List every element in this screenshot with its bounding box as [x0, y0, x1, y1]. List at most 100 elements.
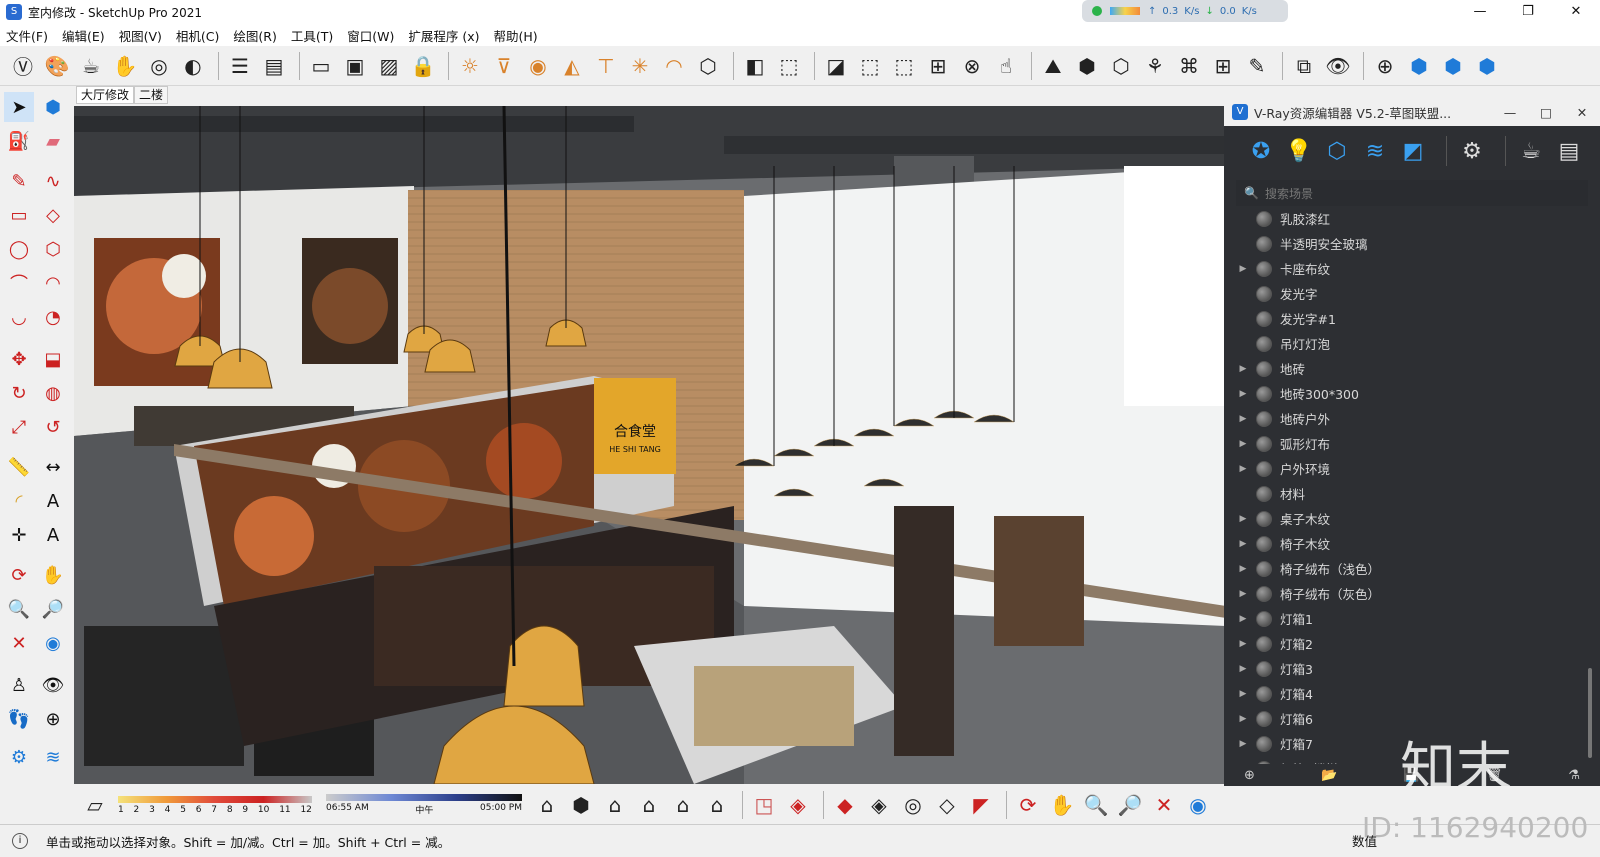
- line-pencil-icon[interactable]: ✎: [4, 166, 34, 196]
- menu-tools[interactable]: 工具(T): [291, 26, 333, 45]
- settings-gear-icon[interactable]: ⚙: [1457, 136, 1487, 166]
- follow-me-icon[interactable]: ◍: [38, 378, 68, 408]
- paint-bucket-icon[interactable]: ⛽: [4, 126, 34, 156]
- expand-arrow-icon[interactable]: ▶: [1236, 414, 1250, 424]
- section-plane-icon[interactable]: ⊕: [38, 704, 68, 734]
- material-item[interactable]: ▶ 椅子绒布（灰色）: [1236, 581, 1578, 606]
- menu-help[interactable]: 帮助(H): [494, 26, 538, 45]
- text-icon[interactable]: A: [38, 486, 68, 516]
- material-item[interactable]: ▶ 灯箱3: [1236, 656, 1578, 681]
- frame-buffer-icon[interactable]: ◐: [178, 51, 208, 81]
- expand-arrow-icon[interactable]: ▶: [1236, 739, 1250, 749]
- dimension-icon[interactable]: ↔: [38, 452, 68, 482]
- sandbox-icon[interactable]: ⚙: [4, 742, 34, 772]
- walk-icon[interactable]: 👣: [4, 704, 34, 734]
- circle-icon[interactable]: ◯: [4, 234, 34, 264]
- material-item[interactable]: ▶ 灯箱4: [1236, 681, 1578, 706]
- orbit-icon[interactable]: ⟳: [4, 560, 34, 590]
- cube-icon[interactable]: ⬢: [1072, 51, 1102, 81]
- sphere-light-icon[interactable]: ✳: [625, 51, 655, 81]
- shadow-month-slider[interactable]: 1 2 3 4 5 6 7 8 9 10 11 12: [118, 795, 312, 815]
- iso-view-icon[interactable]: ⬚: [855, 51, 885, 81]
- expand-arrow-icon[interactable]: ▶: [1236, 589, 1250, 599]
- zoom-icon[interactable]: 🔍: [4, 594, 34, 624]
- render-region-icon[interactable]: ▭: [306, 51, 336, 81]
- minimize-button[interactable]: —: [1456, 0, 1504, 24]
- grass-icon[interactable]: ⚘: [1140, 51, 1170, 81]
- menu-edit[interactable]: 编辑(E): [62, 26, 105, 45]
- home-view-icon[interactable]: ⌂: [600, 790, 630, 820]
- axes-icon[interactable]: ✛: [4, 520, 34, 550]
- scene-tab-second-floor[interactable]: 二楼: [134, 86, 169, 104]
- material-item[interactable]: 吊灯灯泡: [1236, 331, 1578, 356]
- textures-tab-icon[interactable]: ◩: [1398, 136, 1428, 166]
- pan-hand-icon[interactable]: ✋: [38, 560, 68, 590]
- material-item[interactable]: ▶ 弧形灯布: [1236, 431, 1578, 456]
- eraser-icon[interactable]: ▰: [38, 126, 68, 156]
- interactive-render-icon[interactable]: ✋: [110, 51, 140, 81]
- menu-extensions[interactable]: 扩展程序 (x): [408, 26, 479, 45]
- arc-icon[interactable]: ⌒: [4, 268, 34, 298]
- close-button[interactable]: ✕: [1552, 0, 1600, 24]
- sun-light-icon[interactable]: ☼: [455, 51, 485, 81]
- material-item[interactable]: ▶ 椅子木纹: [1236, 531, 1578, 556]
- vray-close-button[interactable]: ✕: [1564, 105, 1600, 120]
- grid-icon[interactable]: ⊞: [1208, 51, 1238, 81]
- material-palette-icon[interactable]: 🎨: [42, 51, 72, 81]
- 3d-text-icon[interactable]: A: [38, 520, 68, 550]
- scene-tab-lobby[interactable]: 大厅修改: [76, 86, 135, 104]
- omni-light-icon[interactable]: ◉: [523, 51, 553, 81]
- image-icon[interactable]: ▨: [374, 51, 404, 81]
- material-item[interactable]: ▶ 椅子绒布（浅色）: [1236, 556, 1578, 581]
- material-item[interactable]: ▶ 地砖: [1236, 356, 1578, 381]
- menu-window[interactable]: 窗口(W): [347, 26, 394, 45]
- arc-2pt-icon[interactable]: ◠: [38, 268, 68, 298]
- back-view-icon[interactable]: ⌂: [702, 790, 732, 820]
- match-photo-icon[interactable]: ◳: [749, 790, 779, 820]
- component-icon[interactable]: ⬢: [38, 92, 68, 122]
- expand-arrow-icon[interactable]: ▶: [1236, 714, 1250, 724]
- tag-icon[interactable]: ⌘: [1174, 51, 1204, 81]
- front-view-icon[interactable]: ⬚: [889, 51, 919, 81]
- material-item[interactable]: 发光字#1: [1236, 306, 1578, 331]
- lock-camera-icon[interactable]: 🔒: [408, 51, 438, 81]
- zoom-window-bottom-icon[interactable]: 🔎: [1115, 790, 1145, 820]
- select-pointer-icon[interactable]: ☝: [991, 51, 1021, 81]
- batch-render-icon[interactable]: ☰: [225, 51, 255, 81]
- scale-icon[interactable]: ⤢: [4, 412, 34, 442]
- vray-maximize-button[interactable]: □: [1528, 105, 1564, 120]
- dome-light-icon[interactable]: ◠: [659, 51, 689, 81]
- expand-arrow-icon[interactable]: ▶: [1236, 514, 1250, 524]
- drape-icon[interactable]: ◎: [898, 790, 928, 820]
- rect-light-icon[interactable]: ◭: [557, 51, 587, 81]
- tape-measure-icon[interactable]: 📏: [4, 452, 34, 482]
- infinite-plane-icon[interactable]: ◧: [740, 51, 770, 81]
- expand-arrow-icon[interactable]: ▶: [1236, 364, 1250, 374]
- frame-buffer-window-icon[interactable]: ▤: [1554, 136, 1584, 166]
- geometry-tab-icon[interactable]: ⬡: [1322, 136, 1352, 166]
- rectangle-icon[interactable]: ▭: [4, 200, 34, 230]
- open-folder-icon[interactable]: 📂: [1321, 768, 1337, 783]
- orbit-bottom-icon[interactable]: ⟳: [1013, 790, 1043, 820]
- export-scene-icon[interactable]: ▤: [259, 51, 289, 81]
- menu-camera[interactable]: 相机(C): [176, 26, 219, 45]
- vray-search-field[interactable]: 🔍 搜索场景: [1236, 180, 1588, 206]
- expand-arrow-icon[interactable]: ▶: [1236, 539, 1250, 549]
- cube-outline-icon[interactable]: ⬡: [1106, 51, 1136, 81]
- push-pull-icon[interactable]: ⬓: [38, 344, 68, 374]
- material-item[interactable]: 材料: [1236, 481, 1578, 506]
- smoove-icon[interactable]: ≋: [38, 742, 68, 772]
- edit-icon[interactable]: ✎: [1242, 51, 1272, 81]
- add-detail-icon[interactable]: ◇: [932, 790, 962, 820]
- expand-arrow-icon[interactable]: ▶: [1236, 439, 1250, 449]
- material-item[interactable]: ▶ 桌子木纹: [1236, 506, 1578, 531]
- polygon-icon[interactable]: ⬡: [38, 234, 68, 264]
- stamp-icon[interactable]: ◈: [864, 790, 894, 820]
- expand-arrow-icon[interactable]: ▶: [1236, 389, 1250, 399]
- expand-arrow-icon[interactable]: ▶: [1236, 664, 1250, 674]
- pie-icon[interactable]: ◔: [38, 302, 68, 332]
- house-outline-icon[interactable]: ⌂: [668, 790, 698, 820]
- pan-bottom-icon[interactable]: ✋: [1047, 790, 1077, 820]
- material-item[interactable]: ▶ 卡座布纹: [1236, 256, 1578, 281]
- shadow-toggle-icon[interactable]: ▱: [80, 790, 110, 820]
